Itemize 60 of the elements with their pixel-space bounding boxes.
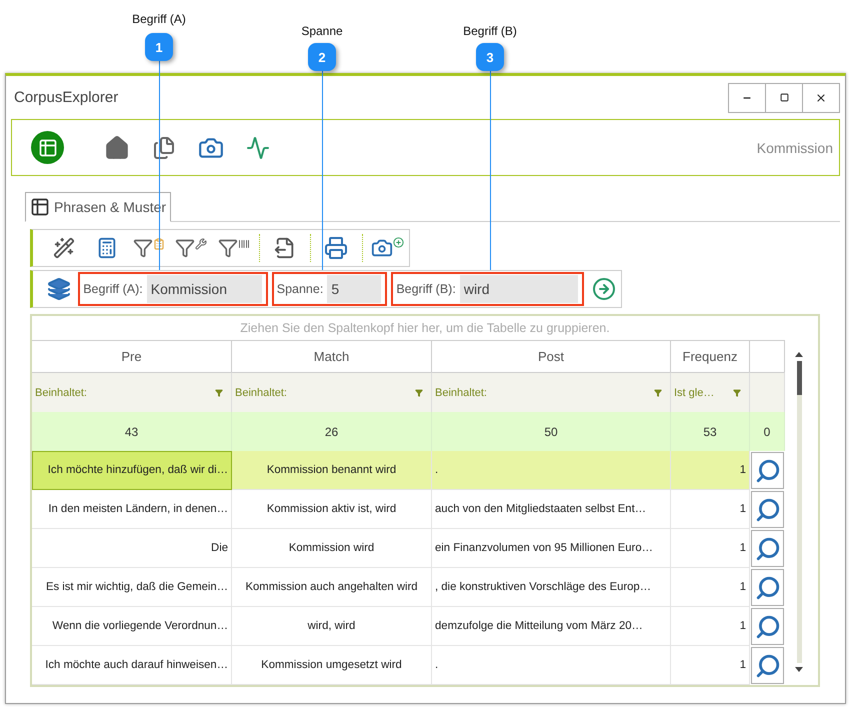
field-label: Begriff (B): (396, 282, 456, 296)
window-title: CorpusExplorer (14, 89, 118, 106)
maximize-icon (780, 93, 788, 102)
column-header[interactable]: Frequenz (671, 340, 750, 372)
table-cell: Kommission benannt wird (232, 451, 432, 490)
table-cell: wird, wird (232, 607, 432, 646)
search-button[interactable] (751, 491, 784, 528)
table-cell: . (432, 646, 671, 685)
maximize-button[interactable] (765, 82, 803, 112)
column-header[interactable]: Post (432, 340, 671, 372)
filter-icon[interactable] (415, 388, 423, 396)
callout-badge: 3 (476, 43, 504, 71)
table-cell: 1 (671, 607, 750, 646)
search-button[interactable] (751, 452, 784, 489)
table-cell: 1 (671, 490, 750, 529)
table-cell: Ich möchte hinzufügen, daß wir di… (32, 451, 232, 490)
table-cell: . (432, 451, 671, 490)
callout-badge: 1 (145, 33, 173, 61)
callout-label: Begriff (B) (463, 24, 517, 38)
search-button[interactable] (751, 530, 784, 567)
monitor-activity-icon[interactable] (246, 136, 270, 160)
input-field[interactable]: wird (460, 275, 578, 303)
table-cell: 1 (671, 568, 750, 607)
table-cell: Kommission auch angehalten wird (232, 568, 432, 607)
table-cell: 1 (671, 451, 750, 490)
table-cell: Es ist mir wichtig, daß die Gemein… (32, 568, 232, 607)
table-cell: demzufolge die Mitteilung vom März 20… (432, 607, 671, 646)
table-cell: Kommission aktiv ist, wird (232, 490, 432, 529)
close-icon (815, 92, 827, 104)
filter-icon[interactable] (215, 388, 223, 396)
table-icon (30, 197, 50, 217)
column-header (750, 340, 785, 372)
table-cell: Kommission wird (232, 529, 432, 568)
table-cell: Kommission umgesetzt wird (232, 646, 432, 685)
field-label: Begriff (A): (83, 282, 143, 296)
field-label: Spanne: (276, 282, 324, 296)
callout-label: Begriff (A) (132, 12, 186, 26)
breadcrumb: Kommission (756, 140, 833, 156)
table-cell: Ich möchte auch darauf hinweisen… (32, 646, 232, 685)
table-cell: 1 (671, 529, 750, 568)
input-field[interactable]: 5 (327, 275, 382, 303)
table-cell: 1 (671, 646, 750, 685)
table-cell: Wenn die vorliegende Verordnun… (32, 607, 232, 646)
home-icon[interactable] (104, 134, 130, 160)
callout-badge: 2 (308, 43, 336, 71)
filter-icon[interactable] (654, 388, 662, 396)
search-button[interactable] (751, 647, 784, 684)
column-header[interactable]: Pre (32, 340, 232, 372)
column-header[interactable]: Match (232, 340, 432, 372)
table-cell: ein Finanzvolumen von 95 Millionen Euro… (432, 529, 671, 568)
table-cell: Die (32, 529, 232, 568)
group-hint: Ziehen Sie den Spaltenkopf hier her, um die Tabelle zu gruppieren. (240, 321, 610, 335)
search-button[interactable] (751, 569, 784, 606)
input-field[interactable]: Kommission (146, 275, 262, 303)
callout-label: Spanne (301, 24, 343, 38)
search-button[interactable] (751, 608, 784, 645)
table-cell: , die konstruktiven Vorschläge des Europ… (432, 568, 671, 607)
filter-icon[interactable] (733, 388, 741, 396)
table-cell: In den meisten Ländern, in denen… (32, 490, 232, 529)
table-cell: auch von den Mitgliedstaaten selbst Ent… (432, 490, 671, 529)
